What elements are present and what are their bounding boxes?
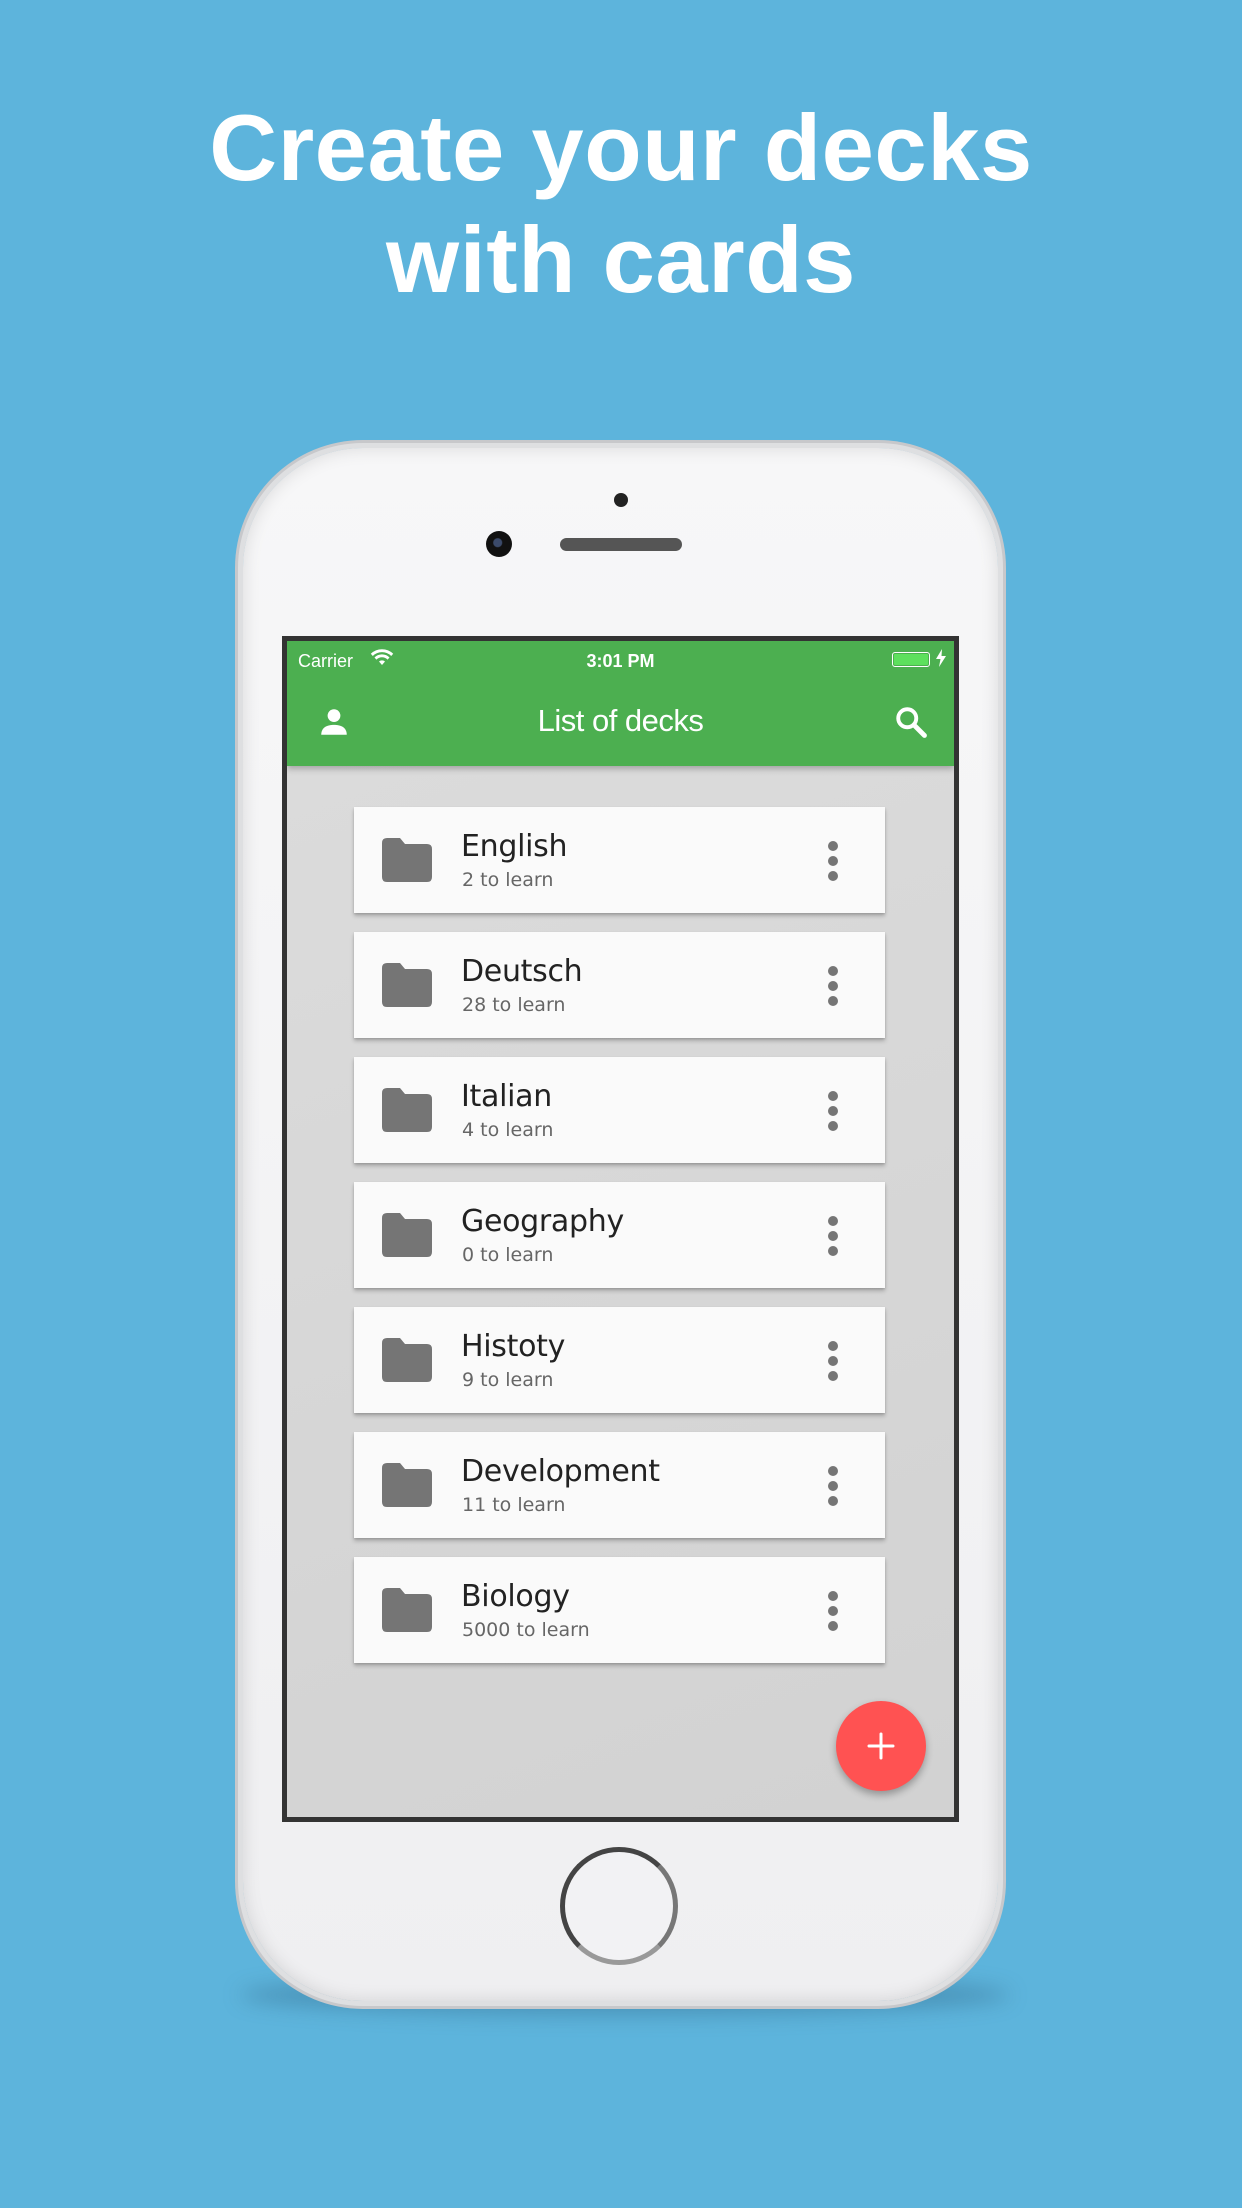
more-vert-icon[interactable] — [821, 1339, 845, 1383]
deck-count: 2 to learn — [462, 869, 554, 891]
deck-name: Italian — [461, 1079, 552, 1114]
headline-line-1: Create your decks — [209, 95, 1033, 200]
folder-icon — [382, 1338, 432, 1382]
deck-card-italian[interactable]: Italian 4 to learn — [354, 1057, 885, 1163]
more-vert-icon[interactable] — [821, 1464, 845, 1508]
page-title: List of decks — [537, 703, 704, 738]
deck-count: 28 to learn — [462, 994, 566, 1016]
folder-icon — [382, 963, 432, 1007]
deck-card-development[interactable]: Development 11 to learn — [354, 1432, 885, 1538]
deck-name: Deutsch — [461, 954, 583, 989]
plus-icon — [867, 1732, 895, 1760]
deck-name: Development — [461, 1454, 660, 1489]
folder-icon — [382, 1463, 432, 1507]
folder-icon — [382, 1588, 432, 1632]
headline-line-2: with cards — [386, 207, 856, 312]
deck-card-biology[interactable]: Biology 5000 to learn — [354, 1557, 885, 1663]
phone-mute-switch — [235, 645, 243, 701]
charging-icon — [936, 649, 946, 667]
deck-count: 5000 to learn — [462, 1619, 590, 1641]
deck-card-english[interactable]: English 2 to learn — [354, 807, 885, 913]
folder-icon — [382, 838, 432, 882]
phone-volume-down — [235, 915, 243, 1027]
phone-volume-up — [235, 775, 243, 887]
deck-name: English — [461, 829, 568, 864]
phone-power-button — [998, 775, 1006, 887]
deck-name: Biology — [461, 1579, 570, 1614]
deck-count: 0 to learn — [462, 1244, 554, 1266]
phone-sensor — [614, 493, 628, 507]
deck-name: Histoty — [461, 1329, 566, 1364]
add-deck-button[interactable] — [836, 1701, 926, 1791]
deck-name: Geography — [461, 1204, 624, 1239]
more-vert-icon[interactable] — [821, 839, 845, 883]
folder-icon — [382, 1088, 432, 1132]
status-bar: Carrier 3:01 PM — [287, 641, 954, 677]
more-vert-icon[interactable] — [821, 1589, 845, 1633]
more-vert-icon[interactable] — [821, 1089, 845, 1133]
deck-card-geography[interactable]: Geography 0 to learn — [354, 1182, 885, 1288]
phone-home-button — [560, 1847, 678, 1965]
more-vert-icon[interactable] — [821, 1214, 845, 1258]
app-screen: Carrier 3:01 PM List of decks English 2 … — [282, 636, 959, 1822]
status-time: 3:01 PM — [586, 651, 655, 671]
deck-card-deutsch[interactable]: Deutsch 28 to learn — [354, 932, 885, 1038]
app-bar: Carrier 3:01 PM List of decks — [287, 641, 954, 766]
promo-headline: Create your decks with cards — [0, 92, 1242, 316]
deck-count: 4 to learn — [462, 1119, 554, 1141]
more-vert-icon[interactable] — [821, 964, 845, 1008]
deck-card-histoty[interactable]: Histoty 9 to learn — [354, 1307, 885, 1413]
battery-icon — [892, 652, 930, 667]
deck-count: 11 to learn — [462, 1494, 566, 1516]
phone-speaker — [560, 538, 682, 551]
search-icon[interactable] — [893, 704, 929, 740]
phone-front-camera — [486, 531, 512, 557]
deck-count: 9 to learn — [462, 1369, 554, 1391]
folder-icon — [382, 1213, 432, 1257]
